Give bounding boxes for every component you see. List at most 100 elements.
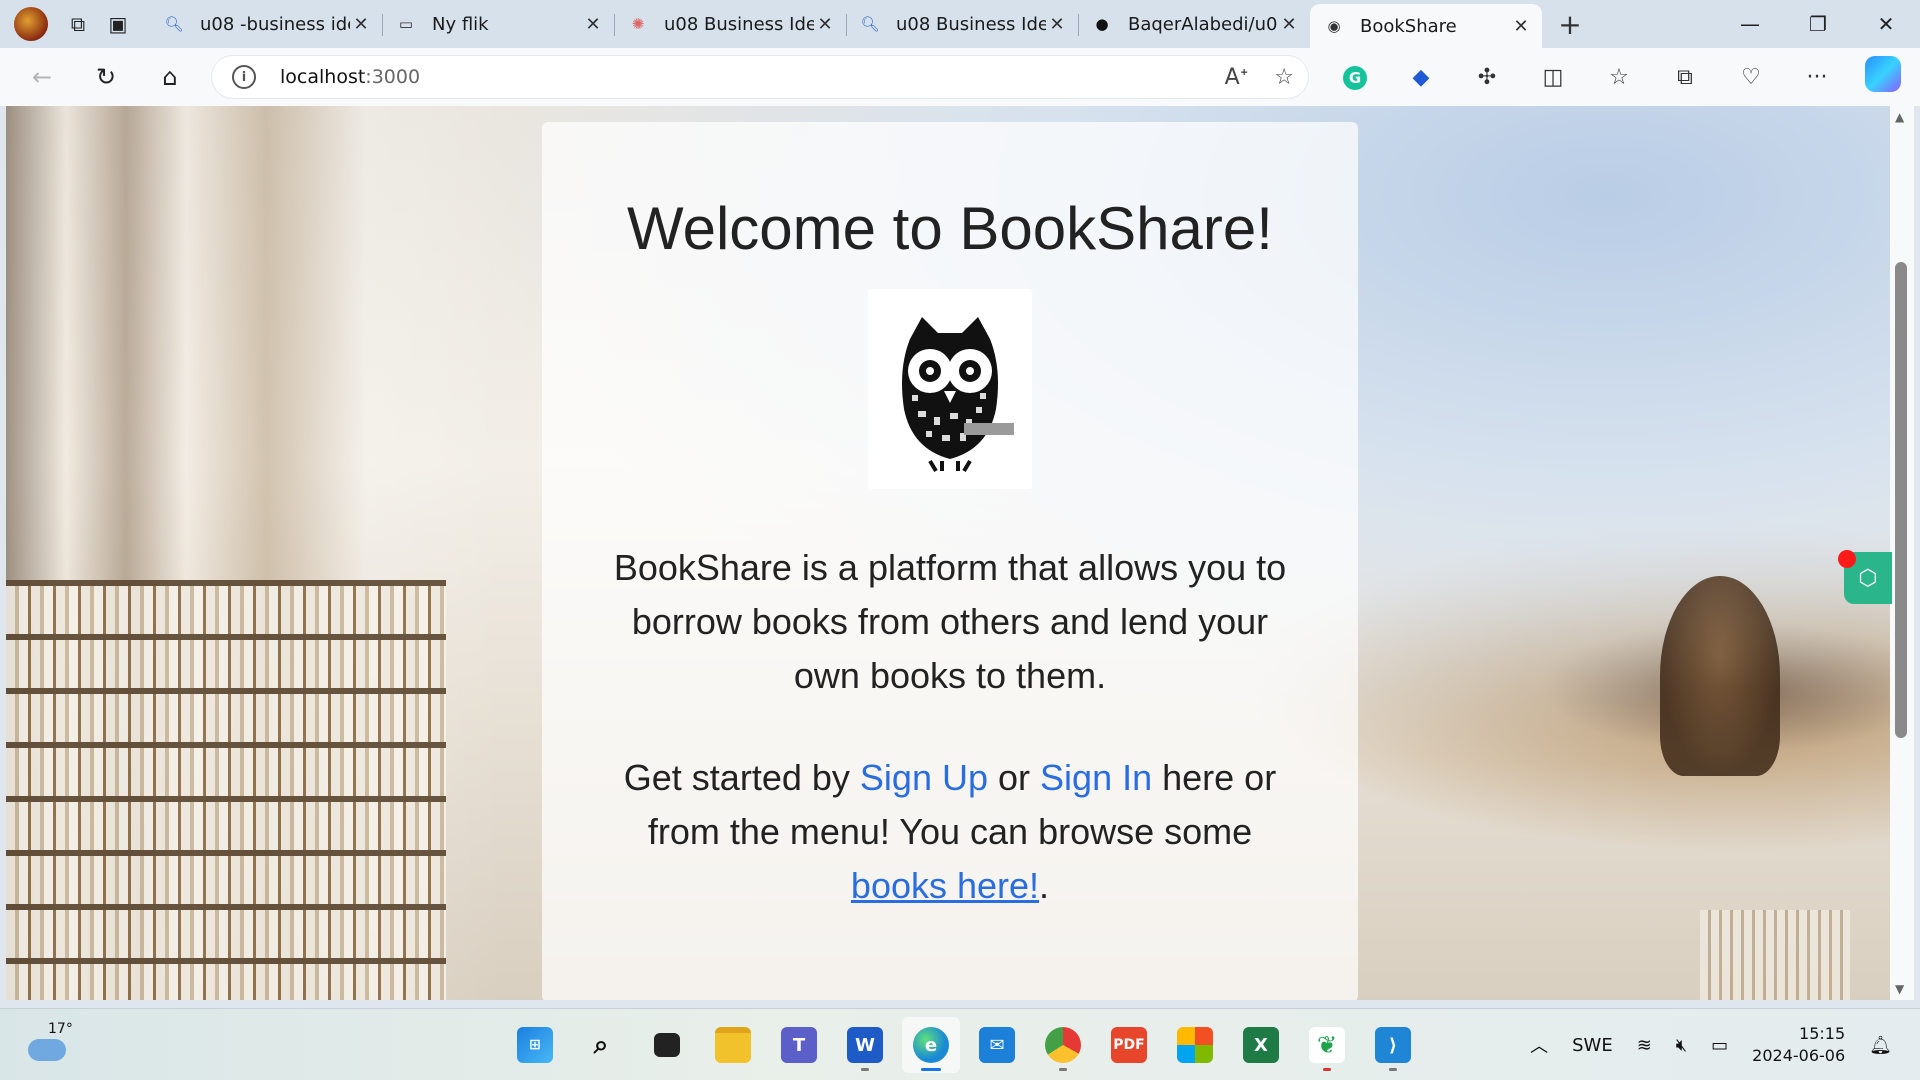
notification-dot <box>1838 550 1856 568</box>
favorite-star-icon[interactable]: ☆ <box>1274 65 1294 90</box>
background-bookshelves <box>6 580 446 1000</box>
file-explorer-icon <box>715 1027 751 1063</box>
workspaces-icon[interactable]: ⧉ <box>58 4 98 44</box>
collections-icon[interactable]: ⧉ <box>1652 65 1718 90</box>
cloud-icon <box>28 1039 66 1061</box>
tab-github[interactable]: ● BaqerAlabedi/u0 ✕ <box>1078 4 1310 44</box>
page-viewport: Welcome to BookShare! BookShare is a pla… <box>6 106 1890 1000</box>
edge-button[interactable]: e <box>902 1017 960 1073</box>
close-tab-icon[interactable]: ✕ <box>582 14 604 35</box>
teams-button[interactable]: T <box>770 1017 828 1073</box>
mail-icon: ✉ <box>979 1027 1015 1063</box>
notifications-icon[interactable]: 🔔︎ <box>1869 1035 1892 1056</box>
refresh-button[interactable]: ↻ <box>74 55 138 99</box>
close-tab-icon[interactable]: ✕ <box>1510 16 1532 37</box>
excel-button[interactable]: X <box>1232 1017 1290 1073</box>
mongodb-compass-button[interactable]: ❦ <box>1298 1017 1356 1073</box>
tab-bookshare[interactable]: ◉ BookShare ✕ <box>1310 4 1542 48</box>
trello-icon: ✺ <box>631 15 645 33</box>
browse-books-link[interactable]: books here! <box>851 865 1039 906</box>
github-icon: ● <box>1095 15 1109 33</box>
tab-new-tab[interactable]: ▭ Ny flik ✕ <box>382 4 614 44</box>
tab-strip: ⧉ ▣ 🔍︎ u08 -business ide ✕ ▭ Ny flik ✕ ✺… <box>0 0 1920 48</box>
profile-avatar[interactable] <box>14 7 48 41</box>
sign-up-link[interactable]: Sign Up <box>860 757 988 798</box>
taskbar-apps: ⊞ ⌕ T W e ✉ PDF X ❦ ⟩ <box>506 1017 1422 1073</box>
tab-trello[interactable]: ✺ u08 Business Ide ✕ <box>614 4 846 44</box>
tab-search-1[interactable]: 🔍︎ u08 -business ide ✕ <box>150 4 382 44</box>
chrome-icon <box>1045 1027 1081 1063</box>
mail-button[interactable]: ✉ <box>968 1017 1026 1073</box>
wifi-icon[interactable]: ≋ <box>1637 1035 1652 1056</box>
scroll-down-icon[interactable]: ▼ <box>1895 982 1904 996</box>
read-aloud-icon[interactable]: Aᐩ <box>1225 65 1249 90</box>
restore-icon[interactable]: ❐ <box>1784 12 1852 36</box>
site-info-icon[interactable]: i <box>232 65 256 89</box>
scrollbar-thumb[interactable] <box>1895 262 1907 738</box>
scroll-up-icon[interactable]: ▲ <box>1895 110 1904 124</box>
copilot-icon[interactable] <box>1850 56 1916 98</box>
get-started-text: Get started by Sign Up or Sign In here o… <box>623 757 1277 906</box>
extension-diamond-icon[interactable]: ◆ <box>1388 65 1454 90</box>
owl-icon: ◉ <box>1327 17 1341 35</box>
search-icon: ⌕ <box>593 1029 609 1060</box>
owl-logo-image <box>868 289 1032 489</box>
new-tab-page-icon: ▭ <box>398 15 414 33</box>
windows-taskbar: 17° ⊞ ⌕ T W e ✉ PDF X ❦ ⟩ ︿ SWE ≋ 🔇︎ ▭ 1… <box>0 1008 1920 1080</box>
favorites-icon[interactable]: ☆ <box>1586 65 1652 90</box>
edge-icon: e <box>913 1027 949 1063</box>
close-tab-icon[interactable]: ✕ <box>350 14 372 35</box>
tab-search-2[interactable]: 🔍︎ u08 Business Ide ✕ <box>846 4 1078 44</box>
close-window-icon[interactable]: ✕ <box>1852 12 1920 36</box>
file-explorer-button[interactable] <box>704 1017 762 1073</box>
more-menu-icon[interactable]: ··· <box>1784 65 1850 90</box>
word-button[interactable]: W <box>836 1017 894 1073</box>
search-icon: 🔍︎ <box>860 15 880 33</box>
vscode-icon: ⟩ <box>1375 1027 1411 1063</box>
intro-text: BookShare is a platform that allows you … <box>613 547 1287 696</box>
volume-muted-icon[interactable]: 🔇︎ <box>1676 1035 1687 1056</box>
weather-widget[interactable]: 17° <box>24 1021 74 1069</box>
word-icon: W <box>847 1027 883 1063</box>
split-screen-icon[interactable]: ◫ <box>1520 65 1586 90</box>
vertical-tabs-icon[interactable]: ▣ <box>98 4 138 44</box>
minimize-icon[interactable]: — <box>1716 12 1784 36</box>
task-view-button[interactable] <box>638 1017 696 1073</box>
background-bookshelves-right <box>1700 910 1850 1000</box>
chrome-button[interactable] <box>1034 1017 1092 1073</box>
task-view-icon <box>654 1033 680 1057</box>
extensions-puzzle-icon[interactable]: ✣ <box>1454 65 1520 90</box>
close-tab-icon[interactable]: ✕ <box>814 14 836 35</box>
teams-icon: T <box>781 1027 817 1063</box>
back-button[interactable]: ← <box>10 55 74 99</box>
battery-icon[interactable]: ▭ <box>1711 1035 1728 1056</box>
start-button[interactable]: ⊞ <box>506 1017 564 1073</box>
new-tab-button[interactable]: + <box>1542 8 1598 41</box>
pdf-reader-icon: PDF <box>1111 1027 1147 1063</box>
home-button[interactable]: ⌂ <box>138 55 202 99</box>
search-button[interactable]: ⌕ <box>572 1017 630 1073</box>
address-bar[interactable]: i localhost:3000 Aᐩ ☆ <box>212 56 1308 98</box>
start-icon: ⊞ <box>517 1027 553 1063</box>
sign-in-link[interactable]: Sign In <box>1040 757 1152 798</box>
mongodb-compass-icon: ❦ <box>1309 1027 1345 1063</box>
pdf-reader-button[interactable]: PDF <box>1100 1017 1158 1073</box>
close-tab-icon[interactable]: ✕ <box>1046 14 1068 35</box>
system-tray: ︿ SWE ≋ 🔇︎ ▭ 15:15 2024-06-06 🔔︎ <box>1530 1009 1892 1080</box>
page-title: Welcome to BookShare! <box>627 195 1273 262</box>
grammarly-extension-icon[interactable]: G <box>1322 64 1388 90</box>
input-language[interactable]: SWE <box>1572 1035 1613 1056</box>
window-controls: — ❐ ✕ <box>1716 12 1920 36</box>
owl-logo-icon <box>902 317 1014 473</box>
store-icon <box>1177 1027 1213 1063</box>
browser-essentials-icon[interactable]: ♡ <box>1718 65 1784 90</box>
search-icon: 🔍︎ <box>164 15 184 33</box>
show-hidden-icons-icon[interactable]: ︿ <box>1530 1032 1548 1058</box>
welcome-card: Welcome to BookShare! BookShare is a pla… <box>542 122 1358 1000</box>
page-scrollbar[interactable]: ▲ ▼ <box>1890 106 1914 1000</box>
clock[interactable]: 15:15 2024-06-06 <box>1752 1023 1845 1067</box>
store-button[interactable] <box>1166 1017 1224 1073</box>
vscode-button[interactable]: ⟩ <box>1364 1017 1422 1073</box>
browser-toolbar: ← ↻ ⌂ i localhost:3000 Aᐩ ☆ G ◆ ✣ ◫ ☆ ⧉ … <box>0 48 1920 106</box>
close-tab-icon[interactable]: ✕ <box>1278 14 1300 35</box>
